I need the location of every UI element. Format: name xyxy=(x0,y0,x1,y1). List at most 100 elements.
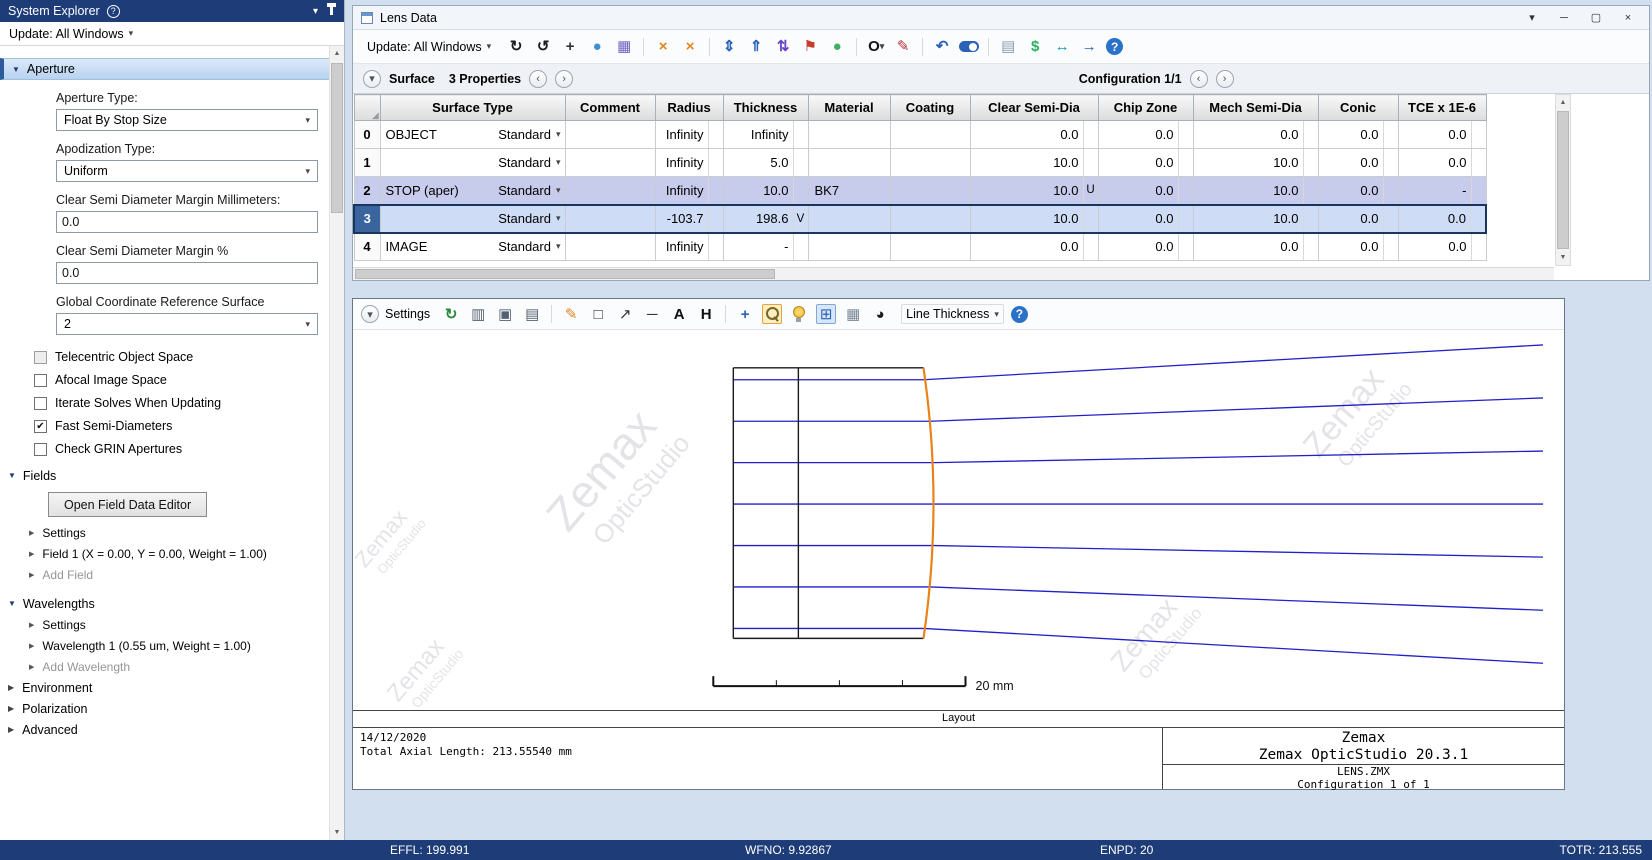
cell-material[interactable] xyxy=(807,148,891,177)
adjust-crosshair-icon[interactable]: + xyxy=(560,37,580,57)
surface-row-3[interactable]: 3 Standard ▾ -103.7 198.6 V 10.0 0.0 10.0 0.0 0.0 xyxy=(353,203,1487,234)
section-environment[interactable]: ▶ Environment xyxy=(0,677,329,698)
help-icon[interactable]: ? xyxy=(106,4,120,18)
cell-radius[interactable]: Infinity xyxy=(654,176,724,205)
cell-radius[interactable]: Infinity xyxy=(654,148,724,177)
cell-conic[interactable]: 0.0 xyxy=(1317,120,1399,149)
optimize-flag-icon[interactable]: ⚑ xyxy=(800,37,820,57)
surface-type-dropdown[interactable]: Standard ▾ xyxy=(498,211,564,226)
col-mech-semi-dia[interactable]: Mech Semi-Dia xyxy=(1192,94,1319,121)
check-grin-apertures-checkbox[interactable] xyxy=(34,442,47,456)
save-icon[interactable]: ▣ xyxy=(495,304,515,324)
copy-icon[interactable]: ▥ xyxy=(468,304,488,324)
cell-conic[interactable]: 0.0 xyxy=(1317,232,1399,261)
fast-semi-diameters-checkbox[interactable]: ✔ xyxy=(34,419,47,433)
col-thickness[interactable]: Thickness xyxy=(722,94,809,121)
global-coord-ref-select[interactable]: 2 ▾ xyxy=(56,313,318,335)
lens-data-titlebar[interactable]: Lens Data ▾ ─ ▢ × xyxy=(353,6,1649,30)
globe-coordinates-icon[interactable]: ● xyxy=(827,37,847,57)
cell-clear-semi-dia[interactable]: 0.0 xyxy=(969,232,1099,261)
scroll-down-icon[interactable]: ▼ xyxy=(1556,250,1570,265)
maximize-icon[interactable]: ▢ xyxy=(1583,9,1609,27)
window-split-icon[interactable]: ⊞ xyxy=(816,304,837,324)
cell-comment[interactable] xyxy=(564,148,656,177)
zoom-magnifier-icon[interactable] xyxy=(762,304,783,324)
toggle-icon[interactable] xyxy=(959,41,980,52)
rectangle-tool-icon[interactable]: □ xyxy=(588,304,608,324)
scrollbar-thumb[interactable] xyxy=(355,269,775,279)
scrollbar-thumb[interactable] xyxy=(1557,111,1569,249)
cell-comment[interactable] xyxy=(564,232,656,261)
cell-conic[interactable]: 0.0 xyxy=(1317,148,1399,177)
cell-chip-zone[interactable]: 0.0 xyxy=(1097,232,1194,261)
cell-tce[interactable]: 0.0 xyxy=(1397,148,1487,177)
ray-fan-off-icon[interactable]: × xyxy=(680,37,700,57)
col-chip-zone[interactable]: Chip Zone xyxy=(1097,94,1194,121)
scrollbar-thumb[interactable] xyxy=(331,63,343,213)
col-radius[interactable]: Radius xyxy=(654,94,724,121)
expand-properties-button[interactable]: ▾ xyxy=(363,69,381,88)
cell-conic[interactable]: 0.0 xyxy=(1317,203,1399,234)
surface-type-dropdown[interactable]: Standard ▾ xyxy=(498,155,564,170)
cell-tce[interactable]: 0.0 xyxy=(1397,203,1487,234)
cell-comment[interactable] xyxy=(564,176,656,205)
explorer-update-dropdown[interactable]: Update: All Windows ▾ xyxy=(0,22,344,46)
open-field-data-editor-button[interactable]: Open Field Data Editor xyxy=(48,492,208,517)
section-fields[interactable]: ▼ Fields xyxy=(0,465,329,486)
section-polarization[interactable]: ▶ Polarization xyxy=(0,698,329,719)
fields-tree-item[interactable]: ▶ Settings xyxy=(0,522,329,543)
prev-surface-button[interactable]: ‹ xyxy=(529,69,548,88)
update-refresh-icon[interactable]: ↻ xyxy=(506,37,526,57)
col-comment[interactable]: Comment xyxy=(564,94,656,121)
cell-thickness[interactable]: 5.0 xyxy=(722,148,809,177)
col-clear-semi-dia[interactable]: Clear Semi-Dia xyxy=(969,94,1099,121)
row-number[interactable]: 0 xyxy=(353,120,381,149)
minimize-icon[interactable]: ─ xyxy=(1551,9,1577,27)
apodization-type-select[interactable]: Uniform ▾ xyxy=(56,160,318,182)
cell-radius[interactable]: Infinity xyxy=(654,120,724,149)
col-tce[interactable]: TCE x 1E-6 xyxy=(1397,94,1487,121)
aperture-up-icon[interactable]: ⇑ xyxy=(746,37,766,57)
surface-row-1[interactable]: 1 Standard ▾ Infinity 5.0 10.0 0.0 10.0 0.0 0.0 xyxy=(353,148,1487,177)
update-dropdown[interactable]: Update: All Windows ▾ xyxy=(362,37,496,57)
iterate-solves-when-updating-checkbox[interactable] xyxy=(34,396,47,410)
prescription-icon[interactable]: ▤ xyxy=(998,37,1018,57)
wavelengths-tree-item[interactable]: ▶ Settings xyxy=(0,614,329,635)
layout-canvas[interactable]: Zemax OpticStudio Zemax OpticStudio Zema… xyxy=(353,330,1564,710)
analysis-grid-icon[interactable]: ▦ xyxy=(614,37,634,57)
surface-type-dropdown[interactable]: Standard ▾ xyxy=(498,239,564,254)
refresh-icon[interactable]: ↻ xyxy=(441,304,461,324)
clear-semi-margin-mm-input[interactable] xyxy=(56,211,318,233)
cell-material[interactable] xyxy=(807,232,891,261)
print-icon[interactable]: ▤ xyxy=(522,304,542,324)
col-material[interactable]: Material xyxy=(807,94,891,121)
cell-mech-semi-dia[interactable]: 10.0 xyxy=(1192,148,1319,177)
col-coating[interactable]: Coating xyxy=(889,94,971,121)
cell-thickness[interactable]: 10.0 xyxy=(722,176,809,205)
prev-configuration-button[interactable]: ‹ xyxy=(1189,69,1208,88)
cell-chip-zone[interactable]: 0.0 xyxy=(1097,148,1194,177)
globe-icon[interactable]: ● xyxy=(587,37,607,57)
stop-shift-icon[interactable]: ⇅ xyxy=(773,37,793,57)
settings-dropdown[interactable]: ▾ Settings xyxy=(361,305,430,323)
row-number[interactable]: 4 xyxy=(353,232,381,261)
bulb-icon[interactable] xyxy=(789,304,809,324)
cell-coating[interactable] xyxy=(889,120,971,149)
wavelengths-tree-item[interactable]: ▶ Add Wavelength xyxy=(0,656,329,677)
scroll-up-icon[interactable]: ▲ xyxy=(330,46,344,61)
table-vertical-scrollbar[interactable]: ▲ ▼ xyxy=(1555,94,1571,266)
arrow-tool-icon[interactable]: ↗ xyxy=(615,304,635,324)
fields-tree-item[interactable]: ▶ Add Field xyxy=(0,564,329,585)
cell-clear-semi-dia[interactable]: 10.0 xyxy=(969,203,1099,234)
surface-type-dropdown[interactable]: Standard ▾ xyxy=(498,183,564,198)
wavelengths-tree-item[interactable]: ▶ Wavelength 1 (0.55 um, Weight = 1.00) xyxy=(0,635,329,656)
ray-fan-icon[interactable]: × xyxy=(653,37,673,57)
row-number[interactable]: 2 xyxy=(353,176,381,205)
cell-material[interactable]: BK7 xyxy=(807,176,891,205)
pin-icon[interactable] xyxy=(327,3,336,15)
cell-radius[interactable]: -103.7 xyxy=(654,203,724,234)
cell-clear-semi-dia[interactable]: 10.0 U xyxy=(969,176,1099,205)
explorer-scrollbar[interactable]: ▲ ▼ xyxy=(329,46,344,840)
draw-pen-icon[interactable]: ✎ xyxy=(893,37,913,57)
cell-coating[interactable] xyxy=(889,176,971,205)
